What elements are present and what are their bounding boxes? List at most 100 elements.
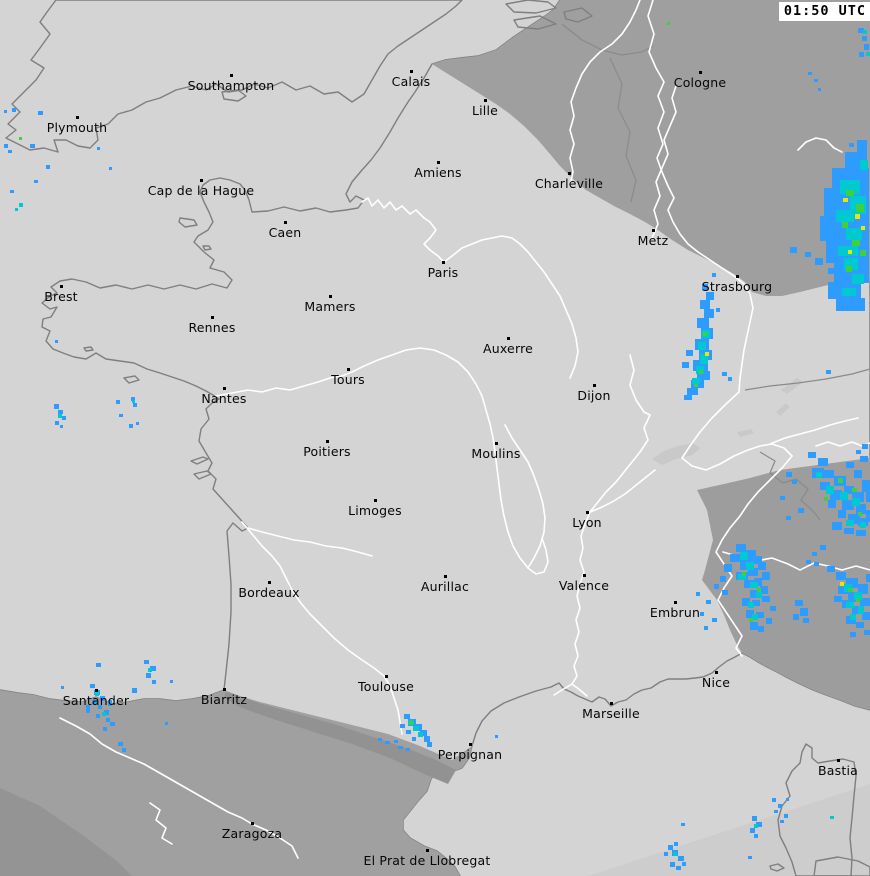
radar-cell-light <box>133 403 137 407</box>
radar-cell-intense <box>705 352 709 356</box>
radar-cell-moderate <box>132 400 135 403</box>
radar-cell-light <box>118 742 123 746</box>
radar-cell-light <box>722 372 727 376</box>
radar-cell-light <box>61 686 64 689</box>
radar-cell-light <box>722 590 728 595</box>
radar-cell-light <box>828 500 836 508</box>
radar-cell-light <box>38 111 43 115</box>
radar-cell-heavy <box>749 618 753 622</box>
radar-cell-heavy <box>757 588 761 592</box>
radar-cell-heavy <box>852 488 857 492</box>
radar-cell-light <box>8 150 12 153</box>
city-label: Dijon <box>577 388 610 403</box>
radar-cell-light <box>826 370 831 374</box>
radar-cell-light <box>398 746 403 749</box>
radar-cell-light <box>803 618 809 623</box>
radar-cell-heavy <box>842 222 848 228</box>
radar-cell-intense <box>843 198 848 202</box>
radar-cell-light <box>748 856 752 859</box>
radar-cell-light <box>814 562 819 566</box>
city-label: Biarritz <box>201 692 247 707</box>
city-label: Bordeaux <box>238 585 299 600</box>
radar-cell-moderate <box>750 582 758 588</box>
radar-cell-light <box>793 614 799 620</box>
radar-cell-heavy <box>860 250 866 256</box>
radar-cell-light <box>854 470 862 478</box>
radar-cell-light <box>55 340 58 343</box>
radar-cell-moderate <box>102 712 106 716</box>
radar-cell-light <box>864 630 870 635</box>
radar-cell-moderate <box>58 414 62 418</box>
city-dot <box>495 442 498 445</box>
city-label: El Prat de Llobregat <box>363 853 490 868</box>
city-label: Santander <box>63 693 130 708</box>
radar-cell-light <box>750 622 758 630</box>
radar-cell-moderate <box>19 203 23 207</box>
city-label: Nantes <box>201 391 246 406</box>
radar-cell-heavy <box>699 370 703 374</box>
radar-cell-moderate <box>15 208 18 211</box>
timestamp: 01:50 UTC <box>779 2 870 21</box>
radar-cell-light <box>109 167 112 170</box>
radar-cell-light <box>752 816 757 821</box>
radar-cell-heavy <box>858 512 862 516</box>
city-label: Aurillac <box>421 579 469 594</box>
radar-cell-light <box>674 842 678 846</box>
radar-cell-moderate <box>858 606 864 614</box>
radar-cell-light <box>818 458 828 466</box>
radar-cell-light <box>704 626 708 630</box>
radar-cell-moderate <box>746 562 754 570</box>
radar-cell-light <box>427 742 432 747</box>
radar-cell-moderate <box>413 726 419 731</box>
radar-cell-light <box>378 738 382 741</box>
city-label: Toulouse <box>358 679 414 694</box>
radar-cell-light <box>786 516 791 520</box>
city-label: Plymouth <box>47 120 108 135</box>
radar-cell-light <box>129 424 133 428</box>
radar-cell-light <box>862 480 870 492</box>
radar-cell-moderate <box>850 614 856 620</box>
city-dot <box>484 99 487 102</box>
radar-cell-light <box>862 36 867 41</box>
radar-cell-light <box>758 626 764 632</box>
radar-cell-light <box>495 735 498 738</box>
radar-cell-light <box>805 252 811 257</box>
radar-cell-light <box>34 180 38 183</box>
city-label: Cologne <box>674 75 726 90</box>
city-dot <box>583 574 586 577</box>
radar-cell-moderate <box>148 668 152 672</box>
city-dot <box>95 689 98 692</box>
radar-cell-light <box>862 444 868 449</box>
radar-cell-light <box>144 660 149 664</box>
radar-cell-light <box>55 421 59 425</box>
radar-cell-light <box>103 727 107 731</box>
city-dot <box>837 759 840 762</box>
city-dot <box>326 440 329 443</box>
city-label: Rennes <box>188 320 235 335</box>
city-dot <box>200 179 203 182</box>
city-label: Embrun <box>650 605 700 620</box>
radar-cell-light <box>122 748 126 752</box>
radar-cell-light <box>96 663 101 667</box>
radar-cell-heavy <box>838 478 843 483</box>
city-label: Marseille <box>582 706 640 721</box>
radar-cell-heavy <box>856 598 860 602</box>
radar-cell-light <box>780 496 785 500</box>
radar-cell-light <box>762 596 770 602</box>
city-label: Paris <box>428 265 459 280</box>
radar-cell-moderate <box>846 602 854 608</box>
radar-cell-light <box>846 462 854 468</box>
city-dot <box>223 387 226 390</box>
radar-cell-light <box>806 560 811 564</box>
radar-cell-light <box>758 562 766 570</box>
city-dot <box>674 601 677 604</box>
radar-cell-light <box>664 852 668 856</box>
city-dot <box>715 671 718 674</box>
radar-cell-heavy <box>703 332 707 336</box>
radar-cell-moderate <box>863 30 867 34</box>
radar-cell-light <box>836 298 865 311</box>
radar-cell-light <box>400 724 405 728</box>
radar-cell-light <box>808 72 812 75</box>
city-label: Mamers <box>304 299 355 314</box>
radar-cell-moderate <box>852 274 864 284</box>
